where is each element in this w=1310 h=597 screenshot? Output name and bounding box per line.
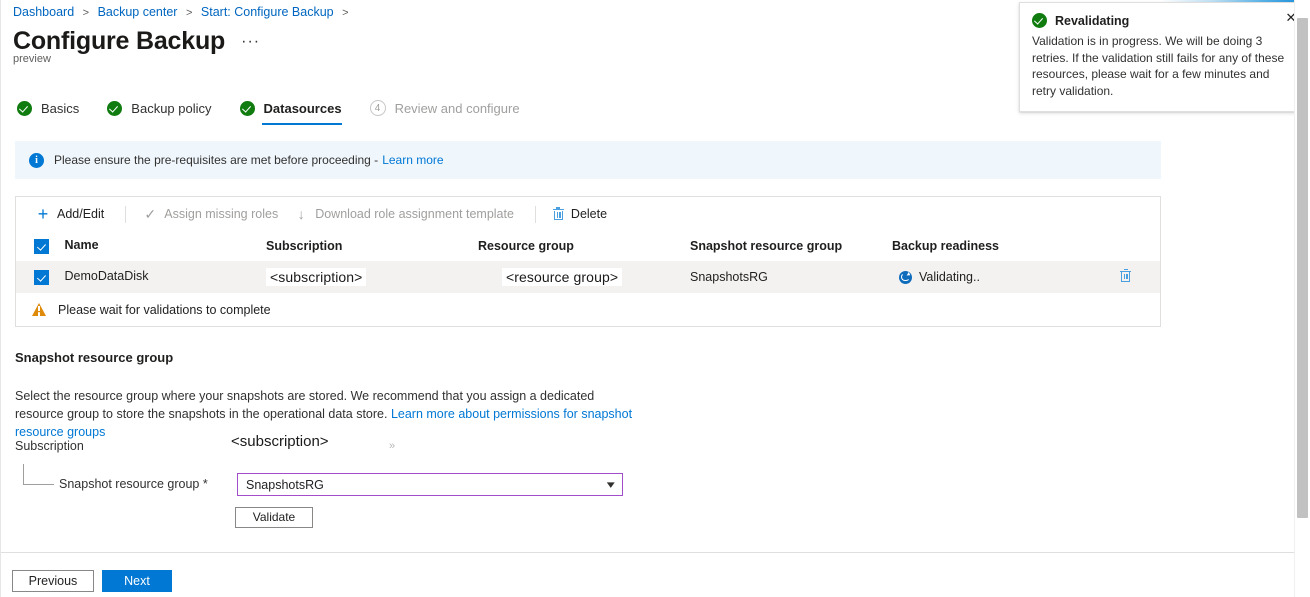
download-template-label: Download role assignment template [315,207,514,221]
snapshot-resource-group-label: Snapshot resource group * [59,477,208,491]
wizard-step-datasources[interactable]: Datasources [240,94,342,122]
learn-more-link[interactable]: Learn more [382,153,443,167]
validate-button[interactable]: Validate [235,507,313,528]
subscription-label: Subscription [15,439,84,453]
download-role-assignment-template-button[interactable]: ↓ Download role assignment template [288,199,520,229]
row-delete-icon[interactable] [1120,269,1131,282]
cell-warning: Please wait for validations to complete [16,293,1160,326]
column-label-backup-readiness: Backup readiness [892,239,999,253]
info-icon [29,153,44,168]
cell-subscription: <subscription> [266,261,478,293]
previous-button[interactable]: Previous [12,570,94,592]
breadcrumb-item-backup-center[interactable]: Backup center [98,5,178,19]
green-check-circle-icon [107,101,122,116]
check-icon: ✓ [143,207,157,221]
table-row[interactable]: DemoDataDisk <subscription> <resource gr… [16,261,1160,293]
table-header-subscription: Subscription [266,231,478,261]
page-header: Configure Backup ··· [13,26,260,56]
wizard-step-label: Backup policy [131,101,211,116]
wizard-step-basics[interactable]: Basics [17,94,79,122]
preview-tag: preview [13,53,51,65]
snapshot-resource-group-select[interactable]: SnapshotsRG ▾ [237,473,623,496]
chevron-down-icon: ▾ [607,478,615,491]
warning-triangle-icon [32,303,46,316]
table-header-snapshot-resource-group: Snapshot resource group [690,231,892,261]
table-header-name: Name [16,231,266,261]
notification-toast: Revalidating Validation is in progress. … [1019,2,1307,112]
warning-text: Please wait for validations to complete [58,303,271,317]
prerequisites-info-banner: Please ensure the pre-requisites are met… [15,141,1161,179]
page-scrollbar[interactable] [1294,0,1310,597]
toast-body: Validation is in progress. We will be do… [1032,33,1294,99]
breadcrumb-item-start-configure-backup[interactable]: Start: Configure Backup [201,5,334,19]
cell-row-actions [1120,261,1160,293]
assign-missing-roles-button[interactable]: ✓ Assign missing roles [137,199,284,229]
wizard-step-label: Basics [41,101,79,116]
cell-resource-group: <resource group> [478,261,690,293]
row-name-label: DemoDataDisk [64,269,148,283]
breadcrumb-separator: > [342,7,348,19]
cell-backup-readiness: Validating.. [892,261,1120,293]
delete-label: Delete [571,207,607,221]
green-check-circle-icon [17,101,32,116]
wizard-steps: Basics Backup policy Datasources 4 Revie… [17,94,548,122]
column-label-name: Name [64,238,98,252]
toolbar-divider [535,206,536,223]
datasources-table: Name Subscription Resource group Snapsho… [16,231,1160,326]
snapshot-resource-group-value: SnapshotsRG [246,478,324,492]
breadcrumb-item-dashboard[interactable]: Dashboard [13,5,74,19]
indent-connector [23,464,54,485]
toolbar-divider [125,206,126,223]
info-banner-text: Please ensure the pre-requisites are met… [54,153,378,167]
wizard-step-review-and-configure: 4 Review and configure [370,94,520,122]
cell-name: DemoDataDisk [16,261,266,293]
breadcrumb-separator: > [83,7,89,19]
sync-in-progress-icon [899,271,912,284]
column-label-resource-group: Resource group [478,239,574,253]
wizard-step-label: Review and configure [395,101,520,116]
trash-icon [553,208,564,221]
row-snapshot-resource-group-label: SnapshotsRG [690,270,768,284]
breadcrumb: Dashboard > Backup center > Start: Confi… [13,4,354,21]
plus-icon: + [36,207,50,221]
footer-divider [1,552,1300,553]
column-label-subscription: Subscription [266,239,342,253]
table-header-resource-group: Resource group [478,231,690,261]
page-title: Configure Backup [13,26,225,56]
table-header: Name Subscription Resource group Snapsho… [16,231,1160,261]
breadcrumb-separator: > [186,7,192,19]
row-backup-readiness-label: Validating.. [919,270,980,284]
scrollbar-thumb[interactable] [1297,18,1308,518]
subscription-field-row: Subscription [15,439,84,453]
wizard-step-label: Datasources [264,101,342,116]
assign-missing-roles-label: Assign missing roles [164,207,278,221]
add-edit-label: Add/Edit [57,207,104,221]
table-warning-row: Please wait for validations to complete [16,293,1160,326]
select-all-checkbox[interactable] [34,239,49,254]
column-label-snapshot-resource-group: Snapshot resource group [690,239,842,253]
green-check-circle-icon [1032,13,1047,28]
datasources-card: + Add/Edit ✓ Assign missing roles ↓ Down… [15,196,1161,327]
wizard-step-backup-policy[interactable]: Backup policy [107,94,211,122]
subscription-field-artifact: » [389,440,395,452]
table-header-backup-readiness: Backup readiness [892,231,1160,261]
green-check-circle-icon [240,101,255,116]
more-options-icon[interactable]: ··· [241,33,260,51]
add-edit-button[interactable]: + Add/Edit [30,199,110,229]
download-arrow-icon: ↓ [294,207,308,221]
subscription-value: <subscription> [229,433,331,450]
delete-button[interactable]: Delete [547,199,613,229]
datasources-toolbar: + Add/Edit ✓ Assign missing roles ↓ Down… [16,197,1160,231]
row-resource-group-label: <resource group> [502,268,622,286]
row-subscription-label: <subscription> [266,268,366,286]
portal-page: Dashboard > Backup center > Start: Confi… [0,0,1310,597]
toast-title: Revalidating [1055,14,1129,28]
row-checkbox[interactable] [34,270,49,285]
toast-header: Revalidating [1032,13,1294,28]
step-number-badge: 4 [370,100,386,116]
cell-snapshot-resource-group: SnapshotsRG [690,261,892,293]
snapshot-section-title: Snapshot resource group [15,350,173,365]
next-button[interactable]: Next [102,570,172,592]
